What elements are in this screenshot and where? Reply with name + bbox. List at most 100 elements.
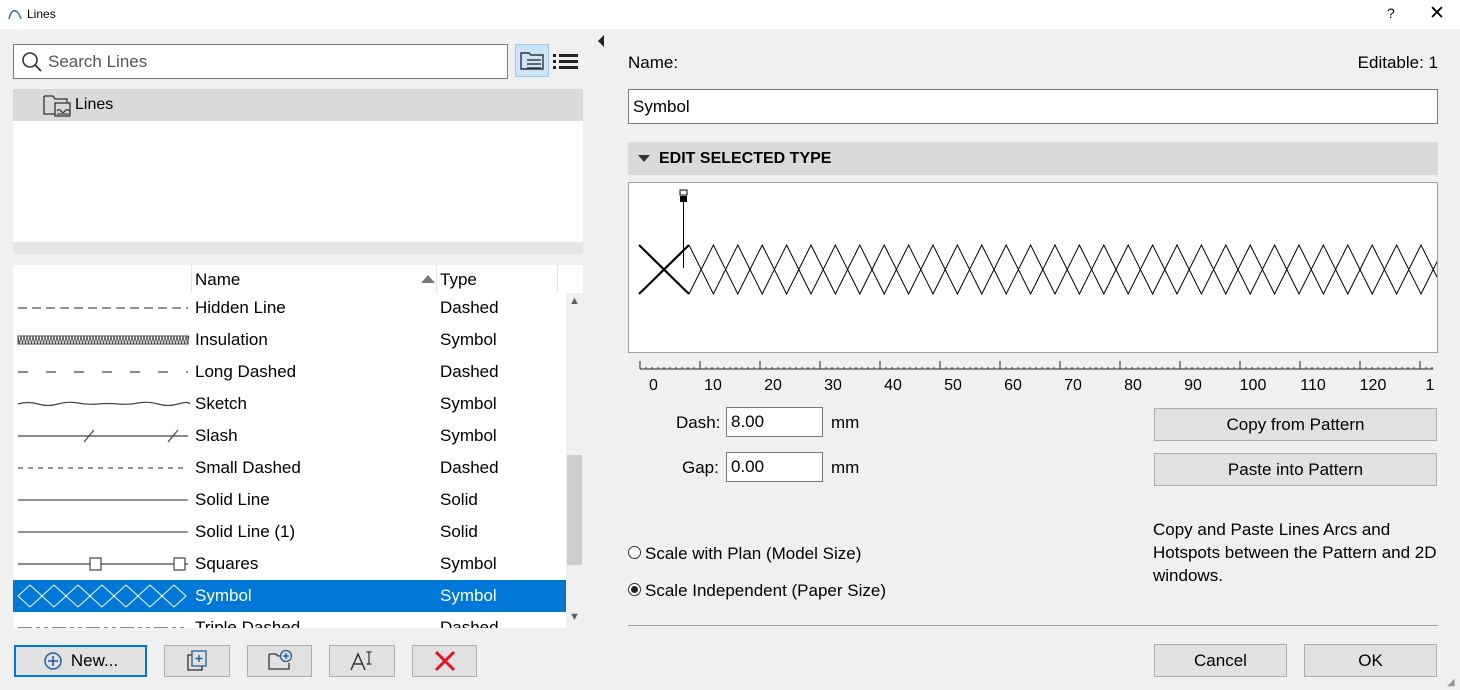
scale-independent-label[interactable]: Scale Independent (Paper Size) — [645, 581, 886, 601]
dash-field[interactable] — [726, 407, 823, 437]
sort-asc-icon — [421, 275, 435, 283]
ok-button[interactable]: OK — [1304, 644, 1437, 677]
scale-with-plan-radio[interactable] — [628, 546, 641, 559]
pane-divider[interactable] — [13, 242, 583, 254]
ruler-tick-label: 90 — [1184, 377, 1202, 394]
list-row[interactable]: Insulation Symbol — [13, 324, 566, 356]
list-view-button[interactable] — [552, 47, 580, 75]
line-preview-icon — [18, 371, 188, 373]
new-button[interactable]: New... — [14, 645, 147, 677]
scroll-up-icon[interactable]: ▲ — [569, 295, 580, 307]
tree-view-button[interactable] — [515, 44, 549, 77]
search-input[interactable] — [48, 51, 488, 73]
pattern-origin-cross — [638, 244, 690, 295]
name-field[interactable] — [628, 89, 1438, 124]
row-name: Symbol — [195, 586, 252, 605]
scale-with-plan-label[interactable]: Scale with Plan (Model Size) — [645, 544, 861, 564]
copy-from-pattern-button[interactable]: Copy from Pattern — [1154, 408, 1437, 441]
row-type: Symbol — [440, 394, 497, 413]
paste-into-pattern-button[interactable]: Paste into Pattern — [1154, 453, 1437, 486]
folder-item-lines[interactable]: Lines — [13, 89, 583, 121]
list-row[interactable]: Slash Symbol — [13, 420, 566, 452]
list-row[interactable]: Solid Line (1) Solid — [13, 516, 566, 548]
title-bar: Lines ? ✕ — [0, 0, 1460, 29]
dash-label: Dash: — [676, 413, 721, 432]
footer-divider — [628, 625, 1438, 626]
line-preview-icon — [18, 429, 188, 443]
list-row[interactable]: Sketch Symbol — [13, 388, 566, 420]
ruler-tick-label: 110 — [1300, 377, 1326, 394]
ruler-tick-label: 30 — [824, 377, 842, 394]
search-icon — [22, 52, 42, 72]
ruler-tick-label: 40 — [884, 377, 902, 394]
list-row[interactable]: Triple Dashed Dashed — [13, 612, 566, 628]
column-separator[interactable] — [436, 265, 437, 293]
tree-view-icon — [520, 52, 544, 70]
column-header-name[interactable]: Name — [195, 270, 240, 290]
list-header: Name Type — [13, 265, 558, 293]
ruler-tick-label: 60 — [1004, 377, 1022, 394]
list-row[interactable]: Symbol Symbol — [13, 580, 566, 612]
column-header-type[interactable]: Type — [440, 270, 477, 290]
name-label: Name: — [628, 53, 679, 72]
gap-field[interactable] — [726, 452, 823, 482]
row-name: Insulation — [195, 330, 268, 349]
row-name: Solid Line — [195, 490, 270, 509]
row-type: Symbol — [440, 426, 497, 445]
line-preview-icon — [18, 467, 188, 469]
resize-grip-icon[interactable]: ◢ — [1447, 677, 1455, 688]
list-row[interactable]: Squares Symbol — [13, 548, 566, 580]
pattern-zigzag-line — [688, 243, 1446, 296]
row-type: Solid — [440, 490, 478, 509]
help-button[interactable]: ? — [1387, 5, 1395, 21]
row-name: Squares — [195, 554, 259, 573]
list-view-icon — [553, 54, 578, 69]
preview-ruler: 0 10 20 30 40 50 60 70 80 90 100 110 120 1 — [628, 355, 1438, 395]
close-button[interactable]: ✕ — [1429, 2, 1445, 25]
row-type: Symbol — [440, 586, 497, 605]
pattern-hint-text: Copy and Paste Lines Arcs and Hotspots b… — [1153, 520, 1437, 585]
column-separator[interactable] — [191, 265, 192, 293]
list-scrollbar[interactable]: ▲ ▼ — [566, 293, 583, 628]
rename-button[interactable] — [329, 645, 395, 677]
duplicate-button[interactable] — [164, 645, 230, 677]
scrollbar-thumb[interactable] — [567, 455, 582, 565]
window-title: Lines — [27, 7, 56, 21]
plus-circle-icon — [44, 652, 62, 670]
delete-icon — [434, 650, 455, 672]
scroll-down-icon[interactable]: ▼ — [569, 611, 580, 623]
row-type: Dashed — [440, 458, 499, 477]
list-row[interactable]: Solid Line Solid — [13, 484, 566, 516]
new-folder-icon — [267, 649, 292, 670]
pattern-preview[interactable] — [628, 182, 1446, 353]
cancel-button[interactable]: Cancel — [1154, 644, 1287, 677]
collapse-triangle-icon — [638, 155, 650, 162]
ruler-tick-label: 10 — [704, 377, 722, 394]
line-preview-icon — [18, 307, 188, 309]
column-separator[interactable] — [557, 265, 558, 293]
gap-unit: mm — [831, 458, 860, 477]
new-folder-button[interactable] — [247, 645, 312, 677]
hotspot-marker[interactable] — [679, 189, 688, 268]
search-box[interactable] — [13, 44, 508, 79]
folder-tree: Lines — [13, 89, 583, 242]
editable-count: Editable: 1 — [1357, 53, 1438, 72]
line-type-list: Name Type Hidden Line Dashed Insulation Sym… — [13, 265, 583, 628]
duplicate-icon — [187, 650, 207, 671]
edit-section-header[interactable]: EDIT SELECTED TYPE — [628, 142, 1438, 175]
edit-section-title: EDIT SELECTED TYPE — [659, 150, 832, 167]
delete-button[interactable] — [412, 645, 477, 677]
pattern-preview-canvas[interactable] — [629, 183, 1446, 352]
list-row[interactable]: Small Dashed Dashed — [13, 452, 566, 484]
line-preview-icon — [17, 401, 191, 407]
scale-independent-radio[interactable] — [628, 583, 641, 596]
row-name: Slash — [195, 426, 238, 445]
line-preview-icon — [18, 627, 188, 628]
list-row[interactable]: Long Dashed Dashed — [13, 356, 566, 388]
folder-label: Lines — [75, 96, 114, 113]
splitter-arrow-icon[interactable] — [598, 35, 604, 47]
ruler-tick-label: 50 — [944, 377, 962, 394]
list-row[interactable]: Hidden Line Dashed — [13, 292, 566, 324]
line-preview-icon — [18, 531, 188, 533]
panel-splitter[interactable] — [594, 29, 606, 690]
